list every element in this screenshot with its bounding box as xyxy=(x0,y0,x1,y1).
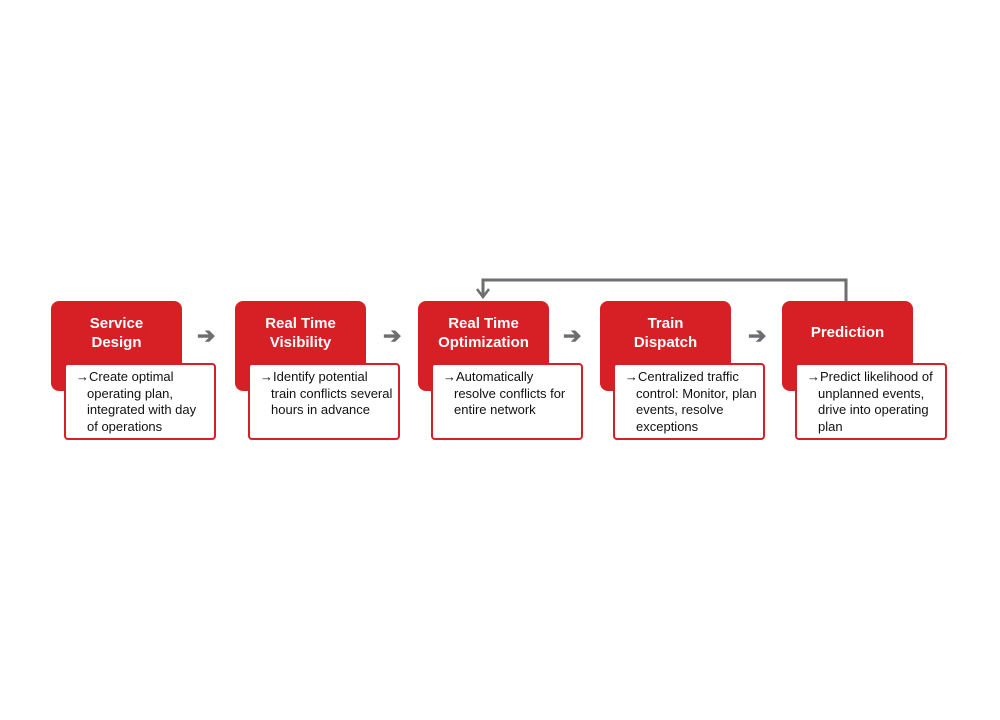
arrow-bullet-icon: → xyxy=(807,369,820,384)
step-description-box: →Identify potential train conflicts seve… xyxy=(248,363,400,440)
step-description-box: →Predict likelihood of unplanned events,… xyxy=(795,363,947,440)
step-description: Create optimal operating plan, integrate… xyxy=(87,369,197,434)
arrow-bullet-icon: → xyxy=(625,369,638,384)
step-description-box: →Centralized traffic control: Monitor, p… xyxy=(613,363,765,440)
right-arrow-icon: ➔ xyxy=(197,323,216,348)
step-title: Train Dispatch xyxy=(600,314,731,352)
step-real-time-optimization: Real Time Optimization →Automatically re… xyxy=(418,301,588,441)
step-title-line1: Service xyxy=(89,315,144,332)
process-flow-diagram: Service Design →Create optimal operating… xyxy=(0,0,1000,720)
step-prediction: Prediction →Predict likelihood of unplan… xyxy=(782,301,952,441)
step-description: Automatically resolve conflicts for enti… xyxy=(454,369,566,417)
step-title-line2: Dispatch xyxy=(633,334,698,351)
feedback-loop-line xyxy=(481,278,848,301)
step-title-line1: Train xyxy=(647,315,684,332)
step-description: Predict likelihood of unplanned events, … xyxy=(818,369,933,434)
step-title-line2: Optimization xyxy=(438,334,529,351)
step-description-box: →Create optimal operating plan, integrat… xyxy=(64,363,216,440)
step-description: Identify potential train conflicts sever… xyxy=(271,369,393,417)
step-title-line1: Prediction xyxy=(810,324,885,341)
step-title: Prediction xyxy=(782,323,913,342)
right-arrow-icon: ➔ xyxy=(563,323,582,348)
right-arrow-icon: ➔ xyxy=(748,323,767,348)
step-title-line1: Real Time xyxy=(265,315,336,332)
step-train-dispatch: Train Dispatch →Centralized traffic cont… xyxy=(600,301,770,441)
step-title: Service Design xyxy=(51,314,182,352)
step-title-line1: Real Time xyxy=(448,315,519,332)
step-title-line2: Design xyxy=(91,334,142,351)
arrow-bullet-icon: → xyxy=(443,369,456,384)
step-title: Real Time Optimization xyxy=(418,314,549,352)
step-service-design: Service Design →Create optimal operating… xyxy=(51,301,221,441)
step-description-box: →Automatically resolve conflicts for ent… xyxy=(431,363,583,440)
right-arrow-icon: ➔ xyxy=(383,323,402,348)
arrow-bullet-icon: → xyxy=(260,369,273,384)
step-description: Centralized traffic control: Monitor, pl… xyxy=(636,369,757,434)
arrow-bullet-icon: → xyxy=(76,369,89,384)
step-real-time-visibility: Real Time Visibility →Identify potential… xyxy=(235,301,405,441)
step-title: Real Time Visibility xyxy=(235,314,366,352)
step-title-line2: Visibility xyxy=(269,334,332,351)
